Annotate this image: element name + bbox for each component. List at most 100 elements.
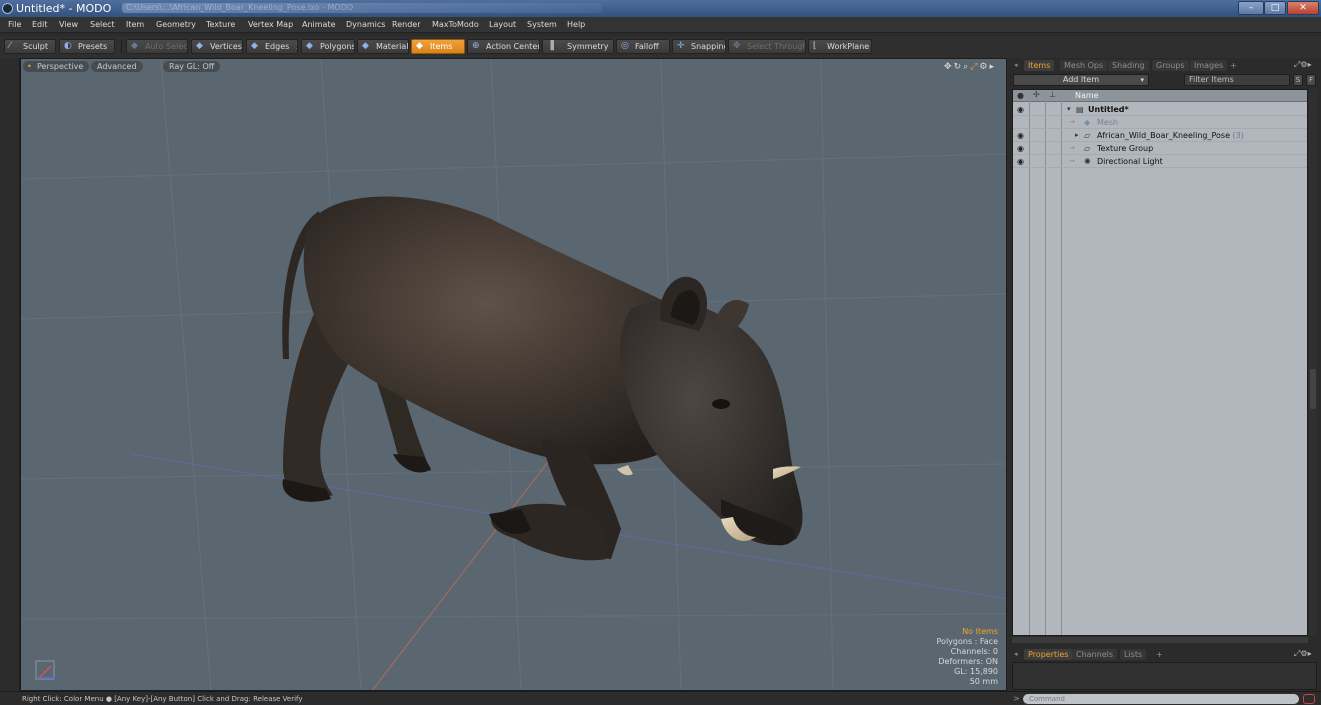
title-bar: Untitled* - MODO C:\Users\...\African_Wi…: [0, 0, 1321, 17]
list-item-texture-group[interactable]: ◉ → ▱ Texture Group: [1013, 142, 1307, 155]
expand-arrow-icon[interactable]: ▾: [1067, 105, 1071, 113]
maximize-view-icon[interactable]: ⤢: [970, 62, 979, 72]
menu-edit[interactable]: Edit: [32, 20, 48, 29]
workplane-icon: ⌊: [813, 41, 817, 51]
menu-geometry[interactable]: Geometry: [156, 20, 196, 29]
window-path-blurred: C:\Users\...\African_Wild_Boar_Kneeling_…: [122, 3, 602, 13]
menu-help[interactable]: Help: [567, 20, 585, 29]
menu-maxtomodo[interactable]: MaxToModo: [432, 20, 479, 29]
viewport-options-icon: •: [27, 62, 32, 71]
polygons-button[interactable]: ◆ Polygons: [301, 39, 355, 54]
items-icon: ◆: [416, 41, 423, 51]
item-list-resize-handle[interactable]: [1012, 637, 1308, 643]
viewport-gear-icon[interactable]: ⚙: [979, 62, 989, 72]
tab-properties[interactable]: Properties: [1024, 649, 1073, 660]
status-hint: Right Click: Color Menu ● [Any Key]-[Any…: [22, 695, 303, 703]
no-items-label: No Items: [962, 627, 998, 636]
gl-info: GL: 15,890: [954, 667, 998, 676]
menu-animate[interactable]: Animate: [302, 20, 336, 29]
toolbar-divider: [121, 40, 122, 53]
3d-viewport[interactable]: • Perspective Advanced Ray GL: Off ✥↻⌕⤢⚙▸…: [20, 58, 1007, 691]
move-view-icon[interactable]: ✥: [944, 62, 954, 72]
vertices-button[interactable]: ◆ Vertices: [191, 39, 243, 54]
list-item-untitled[interactable]: ◉ ▾ ▤ Untitled*: [1013, 103, 1307, 116]
visibility-eye-icon[interactable]: ◉: [1017, 131, 1026, 140]
presets-button[interactable]: ◐ Presets: [59, 39, 115, 54]
tree-branch-icon: →: [1069, 118, 1075, 126]
tab-groups[interactable]: Groups: [1152, 60, 1189, 71]
menu-render[interactable]: Render: [392, 20, 420, 29]
list-item-directional-light[interactable]: ◉ → ✺ Directional Light: [1013, 155, 1307, 168]
tab-shading[interactable]: Shading: [1108, 60, 1149, 71]
item-list-scrollbar[interactable]: [1309, 89, 1317, 636]
menu-bar: File Edit View Select Item Geometry Text…: [0, 17, 1321, 33]
scene-icon: ▤: [1076, 105, 1084, 114]
viewport-nav-icons: ✥↻⌕⤢⚙▸: [944, 62, 996, 72]
texture-group-icon: ▱: [1084, 144, 1091, 153]
workplane-button[interactable]: ⌊ WorkPlane: [808, 39, 872, 54]
item-list-header: ● ✢ ⊥ Name: [1013, 90, 1307, 102]
close-button[interactable]: ✕: [1287, 1, 1319, 15]
maximize-button[interactable]: □: [1264, 1, 1286, 15]
main-toolbar: ⁄ Sculpt ◐ Presets ◆ Auto Select ◆ Vertices …: [0, 36, 1321, 58]
minimize-button[interactable]: –: [1238, 1, 1264, 15]
select-through-button[interactable]: ✥ Select Through: [728, 39, 806, 54]
command-history-button[interactable]: [1303, 694, 1315, 704]
falloff-button[interactable]: ◎ Falloff: [616, 39, 670, 54]
tab-items[interactable]: Items: [1024, 60, 1055, 71]
materials-button[interactable]: ◆Materials: [357, 39, 409, 54]
tab-images[interactable]: Images: [1190, 60, 1228, 71]
tab-mesh-ops[interactable]: Mesh Ops: [1060, 60, 1108, 71]
menu-view[interactable]: View: [59, 20, 78, 29]
symmetry-icon: ▐: [547, 41, 554, 51]
action-center-icon: ⊕: [472, 41, 480, 51]
tab-lists[interactable]: Lists: [1120, 649, 1147, 660]
scrollbar-thumb[interactable]: [1310, 369, 1316, 409]
visibility-eye-icon[interactable]: ◉: [1017, 105, 1026, 114]
item-list: ● ✢ ⊥ Name ◉ ▾ ▤ Untitled* → ◆ Mesh ◉ ▸ …: [1012, 89, 1308, 636]
menu-layout[interactable]: Layout: [489, 20, 516, 29]
tab-add[interactable]: +: [1226, 60, 1241, 71]
visibility-eye-icon[interactable]: ◉: [1017, 157, 1026, 166]
symmetry-button[interactable]: ▐ Symmetry: [542, 39, 614, 54]
menu-vertex-map[interactable]: Vertex Map: [248, 20, 293, 29]
presets-icon: ◐: [64, 41, 72, 51]
name-column-header: Name: [1075, 91, 1099, 100]
mesh-icon: ◆: [1084, 118, 1091, 127]
menu-select[interactable]: Select: [90, 20, 115, 29]
list-item-boar[interactable]: ◉ ▸ ▱ African_Wild_Boar_Kneeling_Pose (3…: [1013, 129, 1307, 142]
edges-button[interactable]: ◆Edges 2: [246, 39, 298, 54]
panel-settings-icon[interactable]: ⤢⚙▸: [1294, 60, 1312, 70]
viewport-perspective-tab[interactable]: • Perspective: [23, 61, 90, 72]
action-center-button[interactable]: ⊕ Action Center: [467, 39, 540, 54]
visibility-eye-icon[interactable]: ◉: [1017, 144, 1026, 153]
viewport-expand-icon[interactable]: ▸: [989, 62, 996, 72]
rotate-view-icon[interactable]: ↻: [954, 62, 964, 72]
add-item-dropdown[interactable]: Add Item ▾: [1013, 74, 1149, 86]
panel-collapse-icon[interactable]: ◂: [1014, 650, 1018, 658]
viewport-advanced-tab[interactable]: Advanced: [91, 61, 143, 72]
panel-collapse-icon[interactable]: ◂: [1014, 61, 1018, 69]
menu-dynamics[interactable]: Dynamics: [346, 20, 385, 29]
auto-select-button[interactable]: ◆ Auto Select: [126, 39, 188, 54]
menu-texture[interactable]: Texture: [206, 20, 235, 29]
edges-icon: ◆: [251, 41, 258, 51]
expand-arrow-icon[interactable]: ▸: [1075, 131, 1079, 139]
items-button[interactable]: ◆ Items: [411, 39, 465, 54]
menu-item[interactable]: Item: [126, 20, 144, 29]
list-item-mesh[interactable]: → ◆ Mesh: [1013, 116, 1307, 129]
viewport-raygl-tab[interactable]: Ray GL: Off: [163, 61, 221, 72]
filter-items-input[interactable]: Filter Items: [1184, 74, 1290, 86]
filter-f-button[interactable]: F: [1306, 74, 1316, 86]
tab-add[interactable]: +: [1152, 649, 1167, 660]
menu-file[interactable]: File: [8, 20, 21, 29]
menu-system[interactable]: System: [527, 20, 557, 29]
filter-s-button[interactable]: S: [1293, 74, 1303, 86]
command-input[interactable]: Command: [1023, 694, 1299, 704]
lock-column-icon: ✢: [1033, 90, 1040, 99]
column-divider: [1061, 90, 1062, 635]
snapping-button[interactable]: ✛ Snapping: [672, 39, 726, 54]
tab-channels[interactable]: Channels: [1072, 649, 1118, 660]
panel-settings-icon[interactable]: ⤢⚙▸: [1294, 649, 1312, 659]
sculpt-button[interactable]: ⁄ Sculpt: [4, 39, 56, 54]
